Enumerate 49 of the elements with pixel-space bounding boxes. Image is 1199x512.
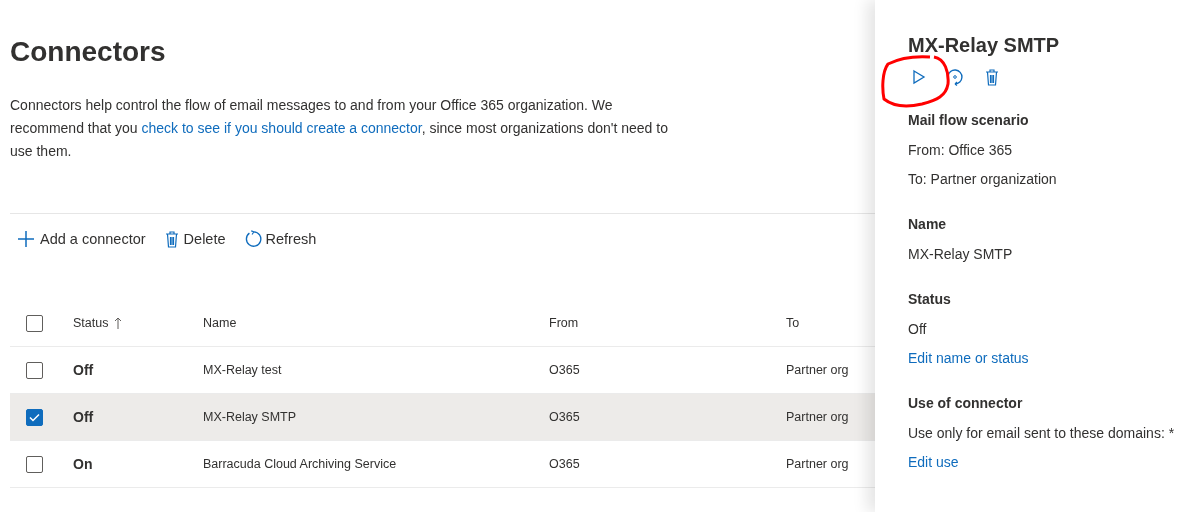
row-checkbox[interactable] [26,361,43,379]
page-title: Connectors [10,35,167,69]
play-icon [912,69,926,85]
add-button[interactable]: Add a connector [16,229,146,249]
section-text: Off [908,320,928,339]
from-cell-text: O365 [549,410,581,424]
delete-button[interactable] [984,68,1000,86]
check-icon [29,412,40,422]
select-all-checkbox[interactable] [26,314,43,332]
row-checkbox[interactable] [26,408,43,426]
refresh-icon [243,230,262,248]
status-cell-text: Off [73,362,95,378]
panel-title: MX-Relay SMTP [908,33,1061,58]
help-link[interactable]: check to see if you should create a connector [141,120,422,136]
from-cell-text: O365 [549,457,581,471]
play-button[interactable] [912,69,926,85]
refresh-icon [946,68,964,86]
trash-icon [984,68,1000,86]
section-text: To: Partner organization [908,170,1058,189]
delete-button[interactable]: Delete [163,230,226,248]
refresh-button[interactable] [946,68,964,86]
section-heading: Name [908,215,948,234]
from-cell-text: O365 [549,363,581,377]
section-text: Use only for email sent to these domains: * [908,424,1176,443]
plus-icon [16,229,36,249]
description-text: Connectors help control the flow of email messages to and from your Office 365 organization. We recommend that you check to see if you should create a connector, since most organizations don't need to use them. [10,96,669,161]
column-header[interactable]: From [549,316,786,330]
edit-link[interactable]: Edit use [908,448,1199,477]
name-cell-text: MX-Relay test [203,363,283,377]
column-header[interactable]: To [786,316,875,330]
refresh-button[interactable]: Refresh [243,230,317,248]
status-cell-text: On [73,456,94,472]
sort-arrow-icon [114,317,123,329]
to-cell-text: Partner org [786,457,850,471]
section-heading: Use of connector [908,394,1024,413]
to-cell-text: Partner org [786,410,850,424]
section-text: MX-Relay SMTP [908,245,1014,264]
name-cell-text: Barracuda Cloud Archiving Service [203,457,398,471]
column-header[interactable]: Name [203,316,549,330]
trash-icon [163,230,180,248]
section-heading: Status [908,290,952,309]
to-cell-text: Partner org [786,363,850,377]
row-checkbox[interactable] [26,455,43,473]
status-cell-text: Off [73,409,95,425]
section-text: From: Office 365 [908,141,1013,160]
name-cell-text: MX-Relay SMTP [203,410,298,424]
section-heading: Mail flow scenario [908,111,1030,130]
column-header[interactable]: Status [73,316,203,330]
edit-link[interactable]: Edit name or status [908,344,1199,373]
